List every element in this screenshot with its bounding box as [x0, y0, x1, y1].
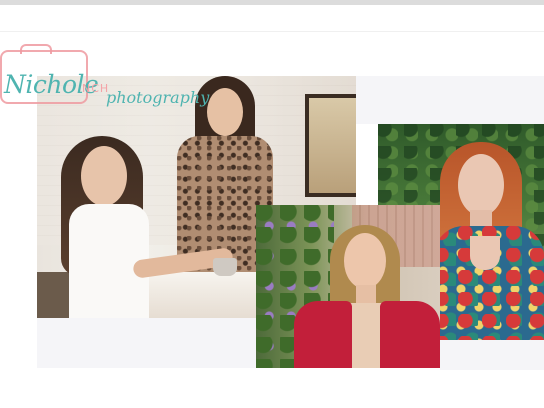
- photo-window: [305, 94, 356, 197]
- blazer-left: [294, 301, 352, 368]
- photo-floor: [37, 272, 73, 318]
- photo-blonde-red-blazer[interactable]: [256, 205, 440, 368]
- browser-top-strip: [0, 0, 544, 5]
- coffee-cup: [213, 258, 237, 276]
- site-logo[interactable]: Nichole NCH photography: [0, 44, 209, 120]
- blonde-shirt: [348, 303, 384, 368]
- background-panel: [440, 340, 544, 370]
- brand-tagline: photography: [106, 88, 210, 107]
- header-divider: [0, 31, 544, 32]
- redhead-neckline: [470, 236, 500, 270]
- redhead-face: [458, 154, 504, 216]
- background-panel: [356, 76, 544, 124]
- woman-seated-face: [81, 146, 127, 206]
- blonde-face: [344, 233, 386, 289]
- blazer-right: [380, 301, 440, 368]
- woman-standing-face: [207, 88, 243, 136]
